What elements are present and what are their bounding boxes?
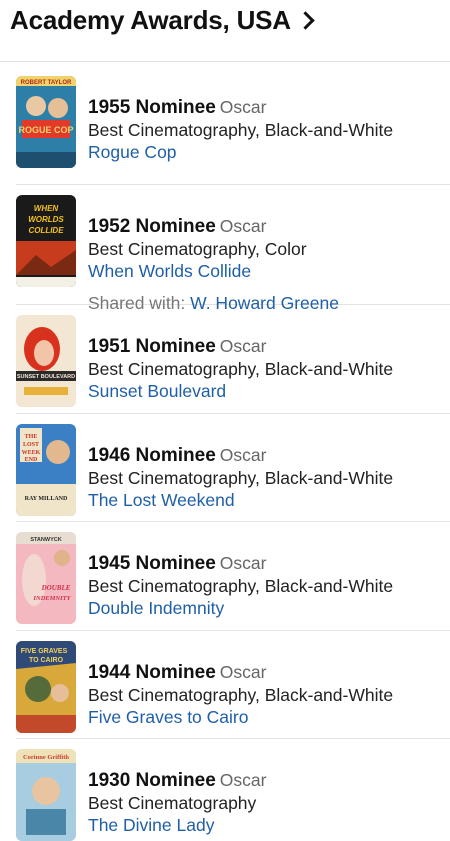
film-link[interactable]: When Worlds Collide bbox=[88, 260, 339, 282]
list-item: STANWYCK DOUBLE INDEMNITY 1945 Nominee Os… bbox=[0, 522, 450, 630]
chevron-right-icon bbox=[296, 10, 315, 30]
award-category: Best Cinematography, Black-and-White bbox=[88, 120, 394, 140]
poster-image: FIVE GRAVES TO CAIRO bbox=[16, 641, 76, 733]
svg-text:LOST: LOST bbox=[23, 442, 39, 448]
award-category: Best Cinematography, Color bbox=[88, 239, 307, 259]
poster-image: ROBERT TAYLOR ROGUE COP bbox=[16, 76, 76, 168]
award-name: Oscar bbox=[219, 553, 267, 573]
award-category: Best Cinematography, Black-and-White bbox=[88, 468, 394, 488]
poster-title-text: ROGUE COP bbox=[18, 125, 73, 135]
movie-poster[interactable]: WHEN WORLDS COLLIDE bbox=[16, 195, 76, 287]
poster-top-text: ROBERT TAYLOR bbox=[21, 80, 72, 86]
svg-text:DOUBLE: DOUBLE bbox=[41, 584, 71, 592]
movie-poster[interactable]: SUNSET BOULEVARD bbox=[16, 315, 76, 407]
svg-text:TO CAIRO: TO CAIRO bbox=[29, 657, 64, 664]
movie-poster[interactable]: Corinne Griffith bbox=[16, 749, 76, 841]
film-link[interactable]: Double Indemnity bbox=[88, 597, 393, 619]
list-item: ROBERT TAYLOR ROGUE COP 1955 Nominee Osca… bbox=[0, 76, 450, 184]
nomination-year: 1930 Nominee bbox=[88, 770, 216, 791]
poster-image: WHEN WORLDS COLLIDE bbox=[16, 195, 76, 287]
award-name: Oscar bbox=[219, 97, 267, 117]
section-title-label: Academy Awards, USA bbox=[10, 4, 291, 35]
movie-poster[interactable]: ROBERT TAYLOR ROGUE COP bbox=[16, 76, 76, 168]
list-item: SUNSET BOULEVARD 1951 Nominee Oscar Best … bbox=[0, 305, 450, 413]
film-link[interactable]: The Divine Lady bbox=[88, 814, 266, 836]
nomination-year: 1945 Nominee bbox=[88, 553, 216, 574]
award-category: Best Cinematography, Black-and-White bbox=[88, 576, 394, 596]
svg-text:FIVE GRAVES: FIVE GRAVES bbox=[21, 648, 68, 655]
poster-image: SUNSET BOULEVARD bbox=[16, 315, 76, 407]
film-link[interactable]: Five Graves to Cairo bbox=[88, 706, 393, 728]
award-category: Best Cinematography, Black-and-White bbox=[88, 359, 394, 379]
svg-text:WORLDS: WORLDS bbox=[28, 215, 64, 224]
svg-text:WHEN: WHEN bbox=[34, 204, 59, 213]
award-name: Oscar bbox=[219, 336, 267, 356]
poster-image: STANWYCK DOUBLE INDEMNITY bbox=[16, 532, 76, 624]
award-name: Oscar bbox=[219, 216, 267, 236]
film-link[interactable]: Rogue Cop bbox=[88, 141, 393, 163]
nominations-list: ROBERT TAYLOR ROGUE COP 1955 Nominee Osca… bbox=[0, 76, 450, 841]
svg-text:INDEMNITY: INDEMNITY bbox=[32, 595, 71, 602]
svg-text:THE: THE bbox=[25, 434, 38, 440]
nomination-year: 1946 Nominee bbox=[88, 445, 216, 466]
nomination-year: 1955 Nominee bbox=[88, 97, 216, 118]
poster-title-text: SUNSET BOULEVARD bbox=[17, 374, 75, 380]
list-item: Corinne Griffith 1930 Nominee Oscar Best … bbox=[0, 739, 450, 841]
list-item: THE LOST WEEK END RAY MILLAND 1946 Nomin… bbox=[0, 414, 450, 521]
award-name: Oscar bbox=[219, 770, 267, 790]
svg-text:WEEK: WEEK bbox=[22, 450, 41, 456]
film-link[interactable]: Sunset Boulevard bbox=[88, 380, 393, 402]
svg-text:END: END bbox=[25, 457, 38, 463]
movie-poster[interactable]: FIVE GRAVES TO CAIRO bbox=[16, 641, 76, 733]
movie-poster[interactable]: THE LOST WEEK END RAY MILLAND bbox=[16, 424, 76, 516]
section-title[interactable]: Academy Awards, USA bbox=[10, 2, 315, 38]
poster-title-text: Corinne Griffith bbox=[23, 754, 69, 761]
poster-image: THE LOST WEEK END RAY MILLAND bbox=[16, 424, 76, 516]
svg-text:COLLIDE: COLLIDE bbox=[28, 226, 64, 235]
film-link[interactable]: The Lost Weekend bbox=[88, 489, 393, 511]
poster-image: Corinne Griffith bbox=[16, 749, 76, 841]
award-name: Oscar bbox=[219, 445, 267, 465]
movie-poster[interactable]: STANWYCK DOUBLE INDEMNITY bbox=[16, 532, 76, 624]
poster-top-text: STANWYCK bbox=[30, 537, 61, 543]
nomination-year: 1951 Nominee bbox=[88, 336, 216, 357]
award-name: Oscar bbox=[219, 662, 267, 682]
nomination-year: 1944 Nominee bbox=[88, 662, 216, 683]
award-category: Best Cinematography bbox=[88, 793, 257, 813]
list-item: WHEN WORLDS COLLIDE 1952 Nominee Oscar Be… bbox=[0, 185, 450, 313]
list-item: FIVE GRAVES TO CAIRO 1944 Nominee Oscar B… bbox=[0, 631, 450, 738]
nomination-year: 1952 Nominee bbox=[88, 216, 216, 237]
divider bbox=[0, 61, 450, 62]
poster-bottom-text: RAY MILLAND bbox=[25, 496, 68, 502]
award-category: Best Cinematography, Black-and-White bbox=[88, 685, 394, 705]
